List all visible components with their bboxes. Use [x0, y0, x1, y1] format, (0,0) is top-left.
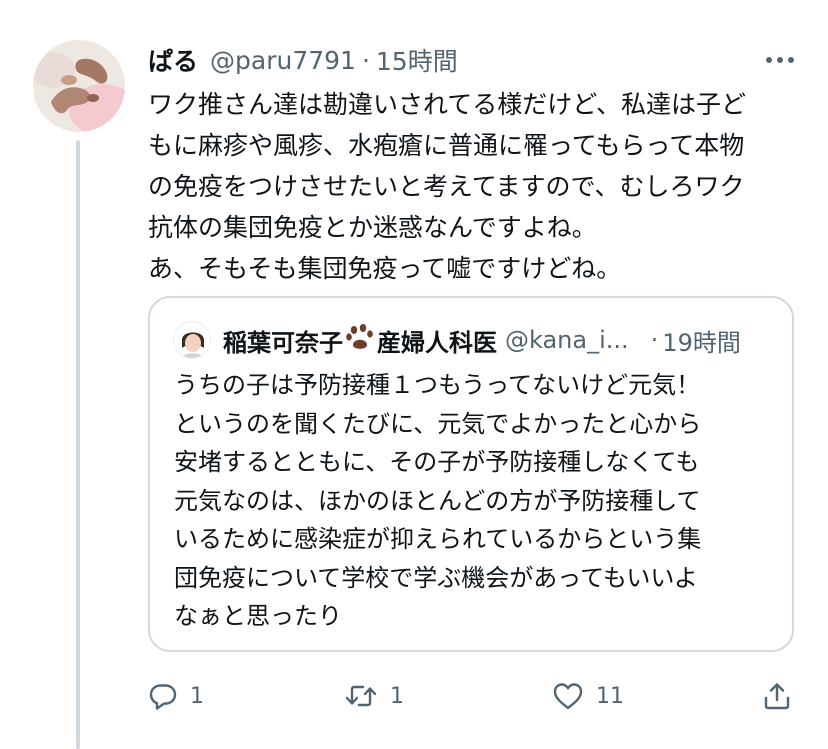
quoted-header: 稲葉可奈子 産婦人科医 @kana_i... · 19時間 — [223, 320, 783, 360]
quoted-text-line: 団免疫について学校で学ぶ機会があってもいいよ — [174, 563, 698, 592]
tweet-text-line: 抗体の集団免疫とか迷惑なんですよね。 — [148, 213, 597, 242]
quoted-text-line: うちの子は予防接種１つもうってないけど元気！ — [174, 371, 701, 399]
like-button[interactable]: 11 — [552, 676, 624, 716]
quoted-text: うちの子は予防接種１つもうってないけど元気！ というのを聞くたびに、元気でよかっ… — [174, 366, 774, 636]
heart-icon — [552, 681, 584, 711]
display-name[interactable]: ぱる — [148, 42, 198, 78]
reply-button[interactable]: 1 — [148, 676, 204, 716]
separator-dot: · — [361, 45, 370, 75]
retweet-icon — [344, 681, 378, 711]
quoted-display-name-suffix[interactable]: 産婦人科医 — [377, 323, 497, 358]
more-dots-icon[interactable] — [760, 44, 800, 76]
tweet-text-line: ワク推さん達は勘違いされてる様だけど、私達は子ど — [148, 90, 747, 119]
tweet-text-line: あ、そもそも集団免疫って嘘ですけどね。 — [148, 254, 622, 283]
quoted-text-line: なぁと思ったり — [174, 602, 342, 630]
quoted-text-line: 安堵するとともに、その子が予防接種しなくても — [174, 448, 700, 476]
tweet-text-line: もに麻疹や風疹、水疱瘡に普通に罹ってもらって本物 — [148, 131, 745, 160]
avatar[interactable] — [33, 40, 125, 132]
quoted-text-line: というのを聞くたびに、元気でよかったと心から — [174, 409, 702, 438]
quoted-text-line: いるために感染症が抑えられているからという集 — [174, 525, 702, 553]
separator-dot: · — [650, 326, 659, 354]
like-count: 11 — [596, 683, 624, 709]
tweet-header: ぱる @paru7791 · 15時間 — [148, 42, 458, 78]
paw-print-icon — [345, 323, 375, 357]
reply-icon — [148, 681, 178, 711]
tweet-text: ワク推さん達は勘違いされてる様だけど、私達は子ど もに麻疹や風疹、水疱瘡に普通に… — [148, 84, 798, 289]
quoted-tweet[interactable]: 稲葉可奈子 産婦人科医 @kana_i... · 19時間 うちの子は予防接種１… — [148, 296, 794, 652]
thread-line — [76, 140, 80, 749]
quoted-time[interactable]: 19時間 — [662, 323, 741, 358]
quoted-user-handle[interactable]: @kana_i... — [505, 326, 629, 354]
quoted-display-name[interactable]: 稲葉可奈子 — [223, 323, 343, 358]
tweet-text-line: の免疫をつけさせたいと考えてますので、むしろワク — [148, 172, 745, 201]
retweet-button[interactable]: 1 — [344, 676, 404, 716]
share-button[interactable] — [762, 676, 792, 716]
user-handle[interactable]: @paru7791 — [210, 46, 356, 75]
reply-count: 1 — [190, 683, 204, 709]
tweet-time[interactable]: 15時間 — [376, 42, 458, 78]
share-icon — [762, 681, 792, 711]
quoted-text-line: 元気なのは、ほかのほとんどの方が予防接種して — [174, 486, 701, 515]
retweet-count: 1 — [390, 683, 404, 709]
tweet-actions: 1 1 11 — [148, 676, 808, 716]
quoted-avatar[interactable] — [173, 321, 211, 359]
